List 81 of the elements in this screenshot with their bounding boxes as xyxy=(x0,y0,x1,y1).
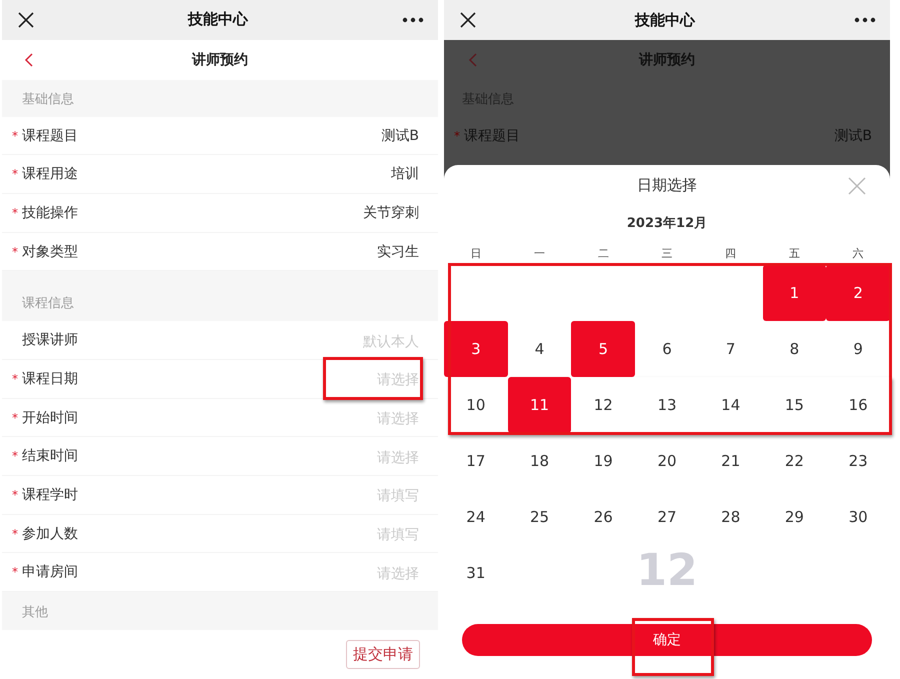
calendar-day[interactable]: 10 xyxy=(444,377,508,433)
calendar-day[interactable]: 28 xyxy=(698,489,763,545)
submit-button[interactable]: 提交申请 xyxy=(346,640,420,670)
field-value[interactable]: 实习生 xyxy=(377,242,419,261)
calendar-day[interactable]: 24 xyxy=(444,489,508,545)
calendar-day[interactable]: 3 xyxy=(444,321,508,377)
weekday-label: 一 xyxy=(533,246,546,260)
weekday-label: 六 xyxy=(852,246,865,260)
field-value[interactable]: 关节穿刺 xyxy=(363,204,419,222)
section-title: 课程信息 xyxy=(22,295,74,312)
page-title: 讲师预约 xyxy=(192,50,248,69)
calendar-day[interactable]: 23 xyxy=(826,433,890,489)
calendar-day[interactable]: 25 xyxy=(508,489,572,545)
calendar-day[interactable]: 12 xyxy=(571,377,636,433)
required-mark: * xyxy=(12,449,19,464)
calendar-day[interactable]: 30 xyxy=(826,489,890,545)
field-label: 课程日期 xyxy=(22,370,78,388)
required-mark: * xyxy=(12,206,19,220)
field-label: 结束时间 xyxy=(22,447,78,466)
calendar-day[interactable]: 8 xyxy=(762,321,826,377)
field-label: 课程题目 xyxy=(22,126,78,145)
calendar-day[interactable]: 11 xyxy=(508,377,572,433)
close-icon[interactable] xyxy=(460,12,476,28)
required-mark: * xyxy=(12,565,19,580)
required-mark: * xyxy=(12,410,19,425)
calendar-day[interactable]: 1 xyxy=(762,265,826,321)
section-title: 其他 xyxy=(22,604,48,622)
calendar-day[interactable]: 6 xyxy=(635,321,699,377)
weekday-label: 五 xyxy=(788,246,801,260)
calendar-day[interactable]: 5 xyxy=(571,321,636,377)
field-label: 参加人数 xyxy=(22,524,78,543)
field-label: 技能操作 xyxy=(22,204,78,222)
required-mark: * xyxy=(12,128,19,143)
weekday-label: 四 xyxy=(724,246,738,260)
close-icon[interactable] xyxy=(18,12,34,28)
calendar-day[interactable]: 19 xyxy=(571,433,636,489)
calendar-day[interactable]: 31 xyxy=(444,545,508,601)
field-label: 对象类型 xyxy=(22,242,78,261)
calendar-day[interactable]: 2 xyxy=(826,265,890,321)
back-icon[interactable] xyxy=(24,52,34,67)
section-title: 基础信息 xyxy=(22,90,74,108)
window-title: 技能中心 xyxy=(635,10,695,30)
required-mark: * xyxy=(12,372,19,386)
field-label: 课程用途 xyxy=(22,165,78,184)
sheet-title: 日期选择 xyxy=(637,176,697,194)
weekday-label: 日 xyxy=(469,246,482,260)
calendar-day[interactable]: 13 xyxy=(635,377,699,433)
confirm-button[interactable]: 确定 xyxy=(462,624,872,656)
field-label: 课程题目 xyxy=(464,127,520,146)
field-label: 开始时间 xyxy=(22,408,78,427)
calendar-day[interactable]: 27 xyxy=(635,489,699,545)
calendar-day[interactable]: 18 xyxy=(508,433,572,489)
field-label: 课程学时 xyxy=(22,486,78,504)
calendar-day[interactable]: 9 xyxy=(826,321,890,377)
page-title: 讲师预约 xyxy=(639,51,695,69)
weekday-label: 三 xyxy=(660,246,674,260)
required-mark: * xyxy=(12,244,19,259)
required-mark: * xyxy=(454,129,461,144)
calendar-day[interactable]: 4 xyxy=(508,321,572,377)
calendar-day[interactable]: 26 xyxy=(571,489,636,545)
field-value[interactable]: 测试B xyxy=(381,126,419,145)
more-icon[interactable] xyxy=(402,16,424,23)
calendar-day[interactable]: 15 xyxy=(762,377,826,433)
field-label: 申请房间 xyxy=(22,563,78,582)
calendar-day[interactable]: 22 xyxy=(762,433,826,489)
window-title: 技能中心 xyxy=(188,10,248,30)
required-mark: * xyxy=(12,526,19,541)
calendar-day[interactable]: 20 xyxy=(635,433,699,489)
calendar-day[interactable]: 17 xyxy=(444,433,508,489)
calendar-day[interactable]: 7 xyxy=(698,321,763,377)
weekday-label: 二 xyxy=(596,246,610,260)
field-label: 授课讲师 xyxy=(22,331,78,350)
more-icon[interactable] xyxy=(854,17,876,23)
field-value[interactable]: 培训 xyxy=(391,165,419,184)
required-mark: * xyxy=(12,488,19,502)
required-mark: * xyxy=(12,167,19,182)
calendar-day[interactable]: 14 xyxy=(698,377,763,433)
month-title: 2023年12月 xyxy=(626,215,708,232)
calendar-day[interactable]: 29 xyxy=(762,489,826,545)
calendar-day[interactable]: 21 xyxy=(698,433,763,489)
calendar-day[interactable]: 16 xyxy=(826,377,890,433)
